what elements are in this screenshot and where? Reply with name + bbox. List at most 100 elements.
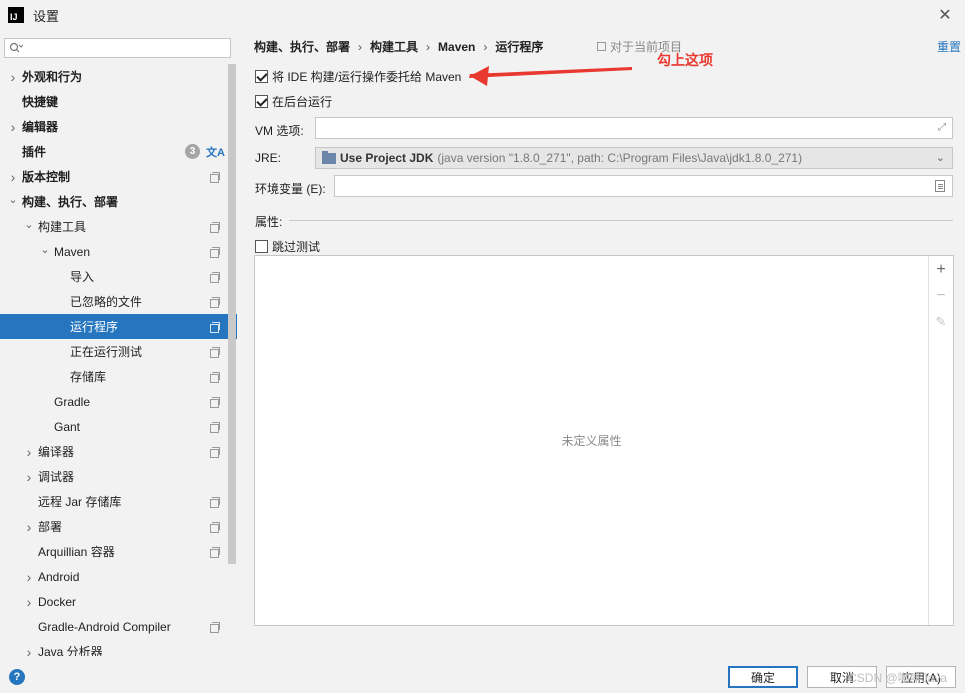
tree-item[interactable]: › 调试器 <box>0 464 237 489</box>
tree-item-label: Java 分析器 <box>38 645 103 656</box>
project-scope-icon <box>210 247 220 258</box>
tree-item[interactable]: ⌄ 构建、执行、部署 <box>0 189 237 214</box>
tree-item-label: 正在运行测试 <box>70 345 143 359</box>
project-scope-icon <box>210 522 220 533</box>
project-scope-icon <box>210 497 220 508</box>
tree-item-label: 版本控制 <box>22 170 71 184</box>
tree-item[interactable]: ⌄ Maven <box>0 239 237 264</box>
skip-tests-option[interactable]: 跳过测试 <box>255 238 320 255</box>
tree-item-label: Maven <box>54 244 91 259</box>
project-scope-icon <box>210 447 220 458</box>
jre-selected-value: Use Project JDK <box>340 151 434 165</box>
project-scope-icon <box>210 222 220 233</box>
translate-icon: 文A <box>206 147 225 159</box>
properties-divider <box>289 220 953 221</box>
chevron-right-icon[interactable]: › <box>24 469 34 485</box>
tree-item-label: Gradle-Android Compiler <box>38 619 171 634</box>
search-icon <box>9 42 23 53</box>
project-scope-icon <box>210 547 220 558</box>
close-icon[interactable]: ✕ <box>935 5 955 25</box>
watermark: CSDN @咖啡Java <box>848 671 947 685</box>
chevron-down-icon: ⌄ <box>935 152 945 164</box>
chevron-right-icon[interactable]: › <box>8 169 18 185</box>
project-scope-icon <box>210 397 220 408</box>
tree-item-label: 运行程序 <box>70 320 119 334</box>
settings-content: 构建、执行、部署 › 构建工具 › Maven › 运行程序 对于当前项目 重置 将 IDE… <box>237 30 965 656</box>
tree-item[interactable]: 已忽略的文件 <box>0 289 237 314</box>
ok-button[interactable]: 确定 <box>728 666 798 688</box>
add-icon[interactable]: + <box>929 258 953 282</box>
chevron-right-icon[interactable]: › <box>8 119 18 135</box>
tree-item-label: 编译器 <box>38 445 75 459</box>
properties-toolbar: + − ✎ <box>928 256 953 625</box>
project-scope-icon <box>210 622 220 633</box>
search-input[interactable] <box>4 38 231 58</box>
env-vars-label: 环境变量 (E): <box>255 182 326 196</box>
dialog-footer: ? 确定 取消 应用(A) CSDN @咖啡Java <box>0 656 965 693</box>
project-scope-icon <box>210 172 220 183</box>
tree-item-label: 外观和行为 <box>22 70 83 84</box>
tree-item-label: Docker <box>38 594 77 609</box>
properties-empty-text: 未定义属性 <box>561 434 622 448</box>
update-count-badge: 3 <box>185 144 200 159</box>
remove-icon[interactable]: − <box>929 284 953 308</box>
tree-item-label: Arquillian 容器 <box>38 545 115 559</box>
tree-item[interactable]: 远程 Jar 存储库 <box>0 489 237 514</box>
tree-item-label: 导入 <box>70 270 95 284</box>
tree-item[interactable]: › 部署 <box>0 514 237 539</box>
jre-dropdown[interactable]: Use Project JDK (java version "1.8.0_271… <box>315 147 953 169</box>
tree-item[interactable]: › Java 分析器 <box>0 639 237 656</box>
vm-options-field[interactable]: ⤢ <box>315 117 953 139</box>
tree-item[interactable]: › Android <box>0 564 237 589</box>
tree-item-label: 构建工具 <box>38 220 87 234</box>
tree-item[interactable]: Arquillian 容器 <box>0 539 237 564</box>
settings-sidebar: › 外观和行为 快捷键 › 编辑器 插件 3 文A › 版本控制 ⌄ 构建、执行、部署 ⌄ 构建工具 ⌄ Ma… <box>0 30 237 656</box>
tree-item-label: 调试器 <box>38 470 75 484</box>
tree-item-label: 编辑器 <box>22 120 59 134</box>
chevron-right-icon[interactable]: › <box>24 519 34 535</box>
chevron-down-icon[interactable]: ⌄ <box>8 194 18 206</box>
chevron-down-icon[interactable]: ⌄ <box>40 244 50 256</box>
tree-item[interactable]: 导入 <box>0 264 237 289</box>
window-title: 设置 <box>33 8 60 24</box>
chevron-right-icon[interactable]: › <box>24 569 34 585</box>
annotation-arrow <box>469 66 632 86</box>
help-icon[interactable]: ? <box>9 669 25 685</box>
tree-item[interactable]: › 编辑器 <box>0 114 237 139</box>
tree-item[interactable]: › 编译器 <box>0 439 237 464</box>
skip-tests-checkbox[interactable] <box>255 240 268 253</box>
edit-pencil-icon[interactable]: ✎ <box>929 310 953 334</box>
tree-item[interactable]: Gradle <box>0 389 237 414</box>
project-scope-icon <box>210 297 220 308</box>
env-vars-field[interactable] <box>334 175 953 197</box>
properties-table[interactable]: 未定义属性 + − ✎ <box>254 255 954 626</box>
project-scope-icon <box>210 422 220 433</box>
tree-item-label: Gradle <box>54 394 91 409</box>
tree-item[interactable]: Gradle-Android Compiler <box>0 614 237 639</box>
tree-item[interactable]: › Docker <box>0 589 237 614</box>
tree-item-label: 构建、执行、部署 <box>22 195 119 209</box>
tree-item[interactable]: › 版本控制 <box>0 164 237 189</box>
chevron-right-icon[interactable]: › <box>8 69 18 85</box>
tree-item[interactable]: Gant <box>0 414 237 439</box>
chevron-down-icon[interactable]: ⌄ <box>24 219 34 231</box>
tree-item[interactable]: 正在运行测试 <box>0 339 237 364</box>
annotation-text: 勾上这项 <box>657 52 713 68</box>
chevron-right-icon[interactable]: › <box>24 444 34 460</box>
expand-icon[interactable]: ⤢ <box>938 122 946 133</box>
chevron-right-icon[interactable]: › <box>24 644 34 656</box>
tree-item[interactable]: › 外观和行为 <box>0 64 237 89</box>
tree-item-label: 快捷键 <box>22 95 59 109</box>
tree-item[interactable]: 快捷键 <box>0 89 237 114</box>
tree-item[interactable]: 存储库 <box>0 364 237 389</box>
document-icon[interactable] <box>935 180 945 192</box>
tree-item-label: Android <box>38 569 80 584</box>
project-scope-icon <box>210 322 220 333</box>
tree-item[interactable]: 插件 3 文A <box>0 139 237 164</box>
tree-item[interactable]: 运行程序 <box>0 314 237 339</box>
project-scope-icon <box>210 272 220 283</box>
tree-item[interactable]: ⌄ 构建工具 <box>0 214 237 239</box>
chevron-right-icon[interactable]: › <box>24 594 34 610</box>
jre-detail: (java version "1.8.0_271", path: C:\Prog… <box>437 151 803 165</box>
sidebar-scrollbar[interactable] <box>228 64 236 564</box>
